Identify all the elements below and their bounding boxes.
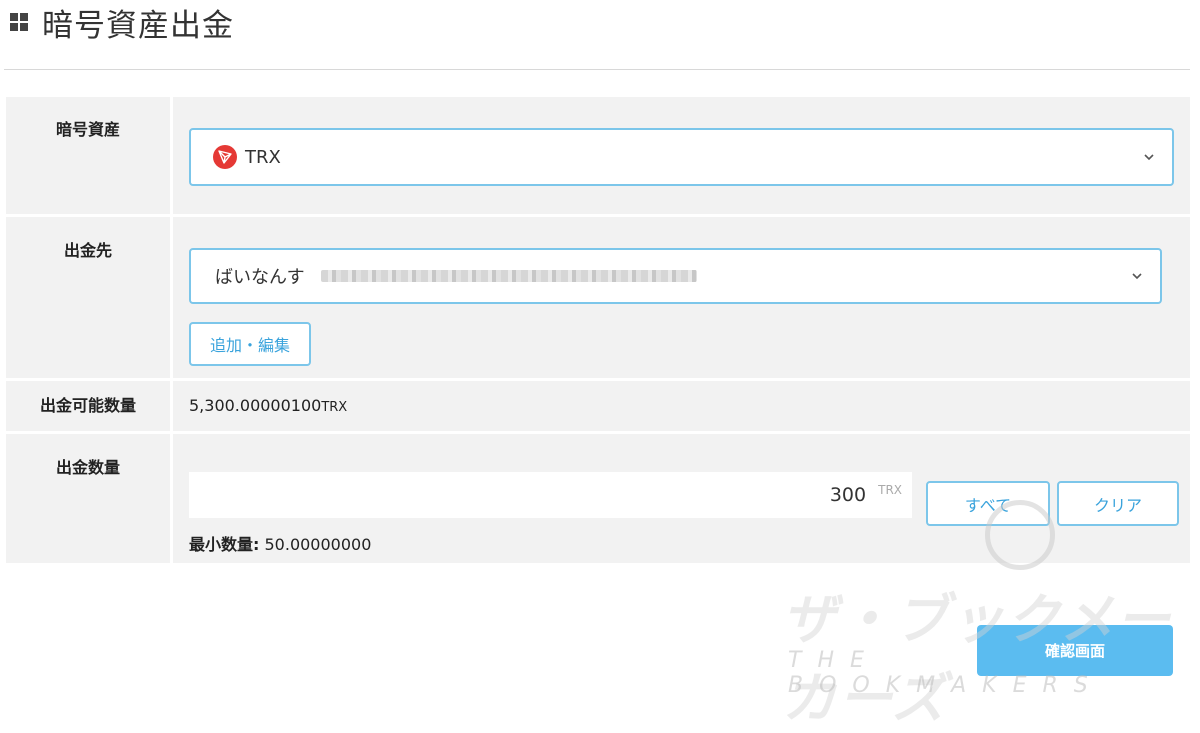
blurred-address — [320, 270, 697, 282]
minimum-value: 50.00000000 — [264, 535, 372, 554]
amount-row: 出金数量 300 TRX すべて クリア 最小数量: 50.00000000 — [6, 434, 1190, 563]
page-title: 暗号資産出金 — [42, 7, 234, 44]
destination-row: 出金先 ばいなんす 追加・編集 — [6, 217, 1190, 378]
asset-row: 暗号資産 TRX — [6, 97, 1190, 214]
amount-input[interactable]: 300 TRX — [189, 472, 912, 518]
all-button[interactable]: すべて — [926, 481, 1050, 526]
clear-button[interactable]: クリア — [1057, 481, 1179, 526]
available-label: 出金可能数量 — [6, 381, 170, 431]
asset-label: 暗号資産 — [6, 97, 170, 214]
amount-unit: TRX — [878, 483, 902, 497]
add-edit-button[interactable]: 追加・編集 — [189, 322, 311, 366]
tron-icon — [213, 145, 237, 169]
asset-content: TRX — [173, 97, 1190, 214]
chevron-down-icon — [1144, 154, 1154, 161]
destination-label: 出金先 — [6, 217, 170, 378]
available-row: 出金可能数量 5,300.00000100TRX — [6, 381, 1190, 431]
minimum-amount: 最小数量: 50.00000000 — [189, 531, 371, 555]
page-header: 暗号資産出金 — [10, 0, 234, 44]
destination-content: ばいなんす 追加・編集 — [173, 217, 1190, 378]
amount-value: 300 — [829, 484, 867, 506]
amount-label: 出金数量 — [6, 434, 170, 563]
grid-icon — [10, 13, 28, 31]
available-unit: TRX — [321, 400, 348, 415]
available-content: 5,300.00000100TRX — [173, 381, 1190, 431]
chevron-down-icon — [1132, 273, 1142, 280]
asset-select[interactable]: TRX — [189, 128, 1174, 186]
available-value: 5,300.00000100 — [189, 396, 322, 415]
amount-content: 300 TRX すべて クリア 最小数量: 50.00000000 — [173, 434, 1190, 563]
withdrawal-form: 暗号資産 TRX 出金先 ばいなんす 追加・編集 出金可能数量 5,300.00… — [6, 97, 1190, 566]
asset-select-value: TRX — [245, 146, 281, 168]
minimum-label: 最小数量: — [189, 535, 260, 554]
destination-select[interactable]: ばいなんす — [189, 248, 1162, 304]
destination-select-value: ばいなんす — [215, 267, 305, 288]
confirm-button[interactable]: 確認画面 — [977, 625, 1173, 676]
title-divider — [4, 69, 1190, 70]
